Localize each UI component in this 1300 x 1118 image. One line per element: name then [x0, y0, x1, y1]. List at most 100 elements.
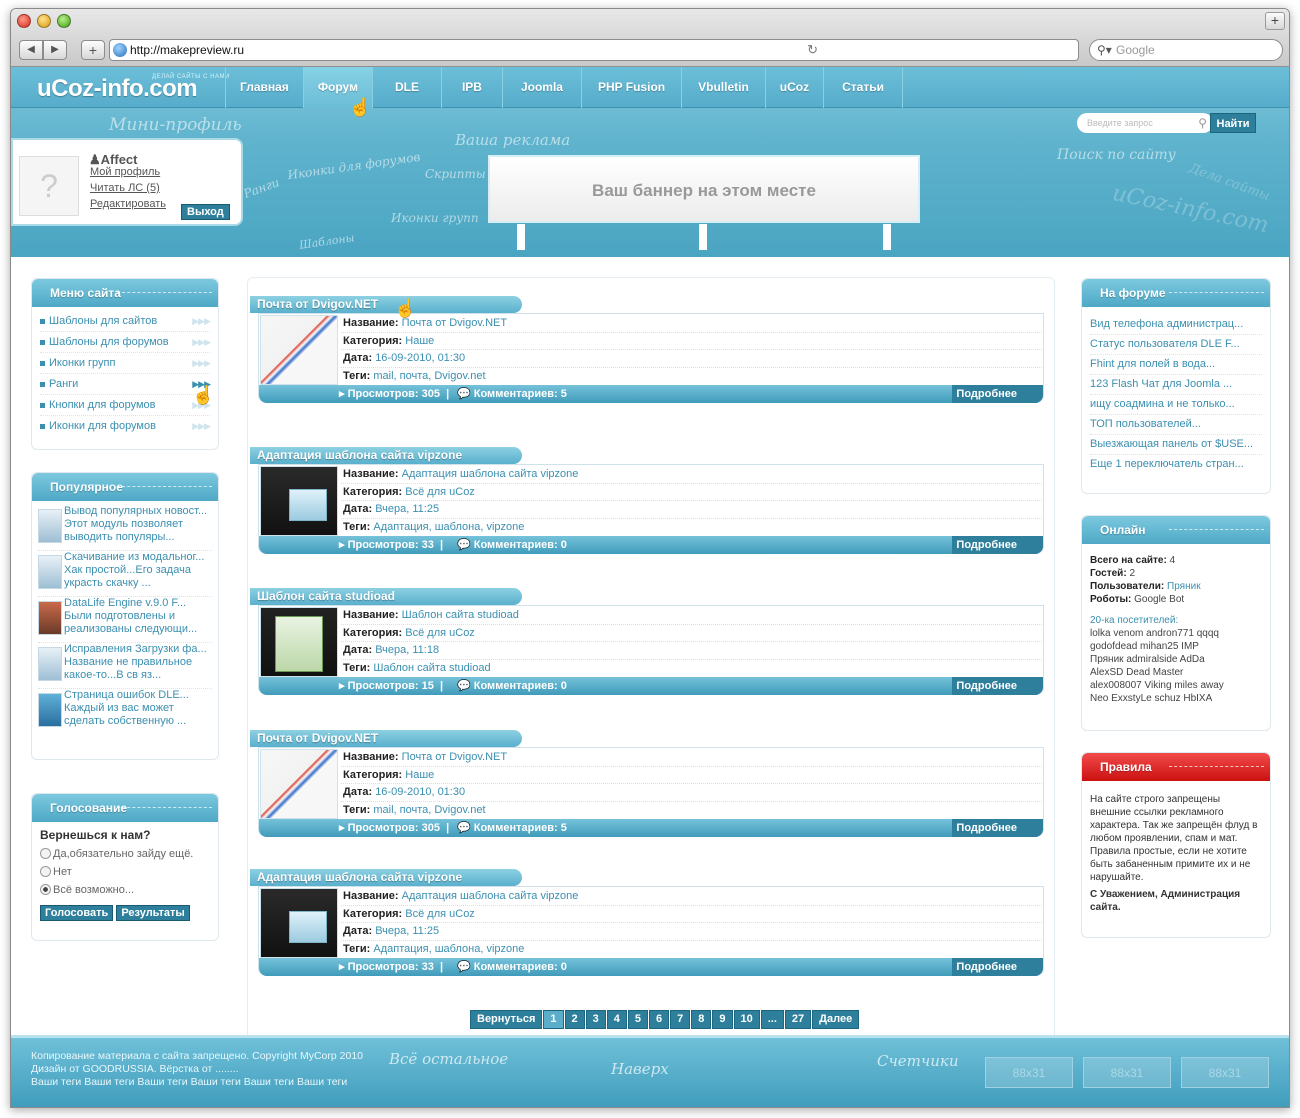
close-window-icon[interactable] — [17, 14, 31, 28]
read-more-button[interactable]: Подробнее — [952, 677, 1043, 695]
comments-count[interactable]: 💬 Комментариев: 0 — [457, 958, 567, 976]
radio-button[interactable] — [40, 848, 51, 859]
menu-item-ipb[interactable]: IPB — [442, 67, 503, 108]
forum-topic-link[interactable]: ТОП пользователей... — [1090, 415, 1262, 435]
read-more-button[interactable]: Подробнее — [952, 958, 1043, 976]
menu-item-home[interactable]: Главная — [226, 67, 304, 108]
reload-icon[interactable]: ↻ — [807, 40, 818, 60]
news-thumbnail[interactable] — [260, 607, 338, 677]
news-category-link[interactable]: Всё для uCoz — [405, 908, 475, 920]
comments-count[interactable]: 💬 Комментариев: 0 — [457, 536, 567, 554]
news-tags-links[interactable]: Адаптация, шаблона, vipzone — [373, 521, 524, 533]
forum-topic-link[interactable]: Еще 1 переключатель стран... — [1090, 455, 1262, 475]
menu-link-forum-templates[interactable]: Шаблоны для форумов ▶▶▶ — [40, 332, 211, 353]
news-name-link[interactable]: Шаблон сайта studioad — [402, 609, 519, 621]
edit-profile-link[interactable]: Редактировать — [90, 198, 166, 210]
menu-item-vbulletin[interactable]: Vbulletin — [682, 67, 766, 108]
counter-button[interactable]: 88x31 — [1181, 1057, 1269, 1088]
news-title-link[interactable]: Почта от Dvigov.NET — [250, 296, 522, 313]
pager-page-button[interactable]: 8 — [691, 1010, 712, 1029]
pager-page-button[interactable]: 9 — [712, 1010, 733, 1029]
read-more-button[interactable]: Подробнее — [952, 536, 1043, 554]
menu-link-forum-buttons[interactable]: Кнопки для форумов ▶▶▶ — [40, 395, 211, 416]
poll-option[interactable]: Нет — [40, 863, 210, 881]
menu-link-group-icons[interactable]: Иконки групп ▶▶▶ — [40, 353, 211, 374]
pager-page-button[interactable]: 2 — [564, 1010, 585, 1029]
pager-page-button[interactable]: 3 — [585, 1010, 606, 1029]
news-tags-links[interactable]: Шаблон сайта studioad — [373, 662, 490, 674]
browser-search-field[interactable]: ⚲▾ Google — [1089, 39, 1283, 61]
pager-page-button[interactable]: ... — [760, 1010, 784, 1029]
forum-topic-link[interactable]: Статус пользователя DLE F... — [1090, 335, 1262, 355]
pager-page-button[interactable]: 6 — [649, 1010, 670, 1029]
comments-count[interactable]: 💬 Комментариев: 5 — [457, 385, 567, 403]
menu-item-php-fusion[interactable]: PHP Fusion — [582, 67, 683, 108]
comments-count[interactable]: 💬 Комментариев: 5 — [457, 819, 567, 837]
popular-item[interactable]: Страница ошибок DLE... Каждый из вас може… — [38, 689, 212, 735]
news-name-link[interactable]: Адаптация шаблона сайта vipzone — [402, 890, 579, 902]
news-category-link[interactable]: Наше — [405, 769, 434, 781]
logout-button[interactable]: Выход — [181, 204, 230, 220]
visitors-title[interactable]: 20-ка посетителей: — [1090, 614, 1262, 627]
news-title-link[interactable]: Шаблон сайта studioad — [250, 588, 522, 605]
my-profile-link[interactable]: Мой профиль — [90, 166, 160, 178]
ad-banner[interactable]: Ваш баннер на этом месте — [488, 155, 920, 223]
forum-topic-link[interactable]: ищу соадмина и не только... — [1090, 395, 1262, 415]
pager-page-button[interactable]: 7 — [670, 1010, 691, 1029]
pager-page-button[interactable]: 1 — [543, 1010, 564, 1029]
visitors-line[interactable]: godofdead mihan25 IMP — [1090, 640, 1262, 653]
new-tab-button[interactable]: + — [1265, 12, 1285, 30]
pager-page-button[interactable]: 4 — [606, 1010, 627, 1029]
site-search-button[interactable]: Найти — [1210, 113, 1256, 133]
forward-arrow-icon[interactable]: ▶ — [43, 40, 67, 60]
pager-page-button[interactable]: 10 — [733, 1010, 760, 1029]
radio-button-selected[interactable] — [40, 884, 51, 895]
counter-button[interactable]: 88x31 — [985, 1057, 1073, 1088]
popular-item[interactable]: DataLife Engine v.9.0 F... Были подготовл… — [38, 597, 212, 643]
menu-item-dle[interactable]: DLE — [373, 67, 442, 108]
visitors-line[interactable]: lolka venom andron771 qqqq — [1090, 627, 1262, 640]
pager-page-button[interactable]: 27 — [784, 1010, 812, 1029]
popular-item[interactable]: Скачивание из модальног... Хак простой...… — [38, 551, 212, 597]
menu-link-forum-icons[interactable]: Иконки для форумов ▶▶▶ — [40, 416, 211, 437]
popular-item[interactable]: Вывод популярных новост... Этот модуль по… — [38, 505, 212, 551]
news-category-link[interactable]: Наше — [405, 335, 434, 347]
news-tags-links[interactable]: mail, почта, Dvigov.net — [373, 804, 485, 816]
news-name-link[interactable]: Почта от Dvigov.NET — [402, 317, 507, 329]
news-name-link[interactable]: Почта от Dvigov.NET — [402, 751, 507, 763]
pager-next-button[interactable]: Далее — [812, 1010, 860, 1029]
back-arrow-icon[interactable]: ◀ — [19, 40, 43, 60]
news-tags-links[interactable]: Адаптация, шаблона, vipzone — [373, 943, 524, 955]
news-title-link[interactable]: Адаптация шаблона сайта vipzone — [250, 447, 522, 464]
poll-option[interactable]: Да,обязательно зайду ещё. — [40, 845, 210, 863]
read-more-button[interactable]: Подробнее — [952, 385, 1043, 403]
forum-topic-link[interactable]: 123 Flash Чат для Joomla ... — [1090, 375, 1262, 395]
visitors-line[interactable]: AlexSD Dead Master — [1090, 666, 1262, 679]
menu-link-site-templates[interactable]: Шаблоны для сайтов ▶▶▶ — [40, 311, 211, 332]
add-bookmark-icon[interactable]: + — [81, 40, 105, 60]
minimize-window-icon[interactable] — [37, 14, 51, 28]
news-title-link[interactable]: Почта от Dvigov.NET — [250, 730, 522, 747]
site-search-input[interactable]: Введите запрос ⚲ — [1077, 113, 1213, 133]
popular-item[interactable]: Исправления Загрузки фа... Название не пр… — [38, 643, 212, 689]
counter-button[interactable]: 88x31 — [1083, 1057, 1171, 1088]
comments-count[interactable]: 💬 Комментариев: 0 — [457, 677, 567, 695]
menu-link-ranks[interactable]: Ранги ▶▶▶ — [40, 374, 211, 395]
visitors-line[interactable]: alex008007 Viking miles away — [1090, 679, 1262, 692]
address-bar[interactable]: http://makepreview.ru ↻ — [109, 39, 1079, 61]
footer-tags[interactable]: Ваши теги Ваши теги Ваши теги Ваши теги … — [31, 1076, 363, 1089]
news-category-link[interactable]: Всё для uCoz — [405, 486, 475, 498]
menu-item-joomla[interactable]: Joomla — [503, 67, 582, 108]
results-button[interactable]: Результаты — [116, 905, 190, 921]
news-thumbnail[interactable] — [260, 749, 338, 819]
forum-topic-link[interactable]: Выезжающая панель от $USE... — [1090, 435, 1262, 455]
menu-item-ucoz[interactable]: uCoz — [766, 67, 825, 108]
zoom-window-icon[interactable] — [57, 14, 71, 28]
pager-page-button[interactable]: 5 — [627, 1010, 648, 1029]
forum-topic-link[interactable]: Вид телефона администрац... — [1090, 315, 1262, 335]
menu-item-articles[interactable]: Статьи — [824, 67, 903, 108]
news-thumbnail[interactable] — [260, 315, 338, 385]
forum-topic-link[interactable]: Fhint для полей в вода... — [1090, 355, 1262, 375]
news-thumbnail[interactable] — [260, 888, 338, 958]
news-thumbnail[interactable] — [260, 466, 338, 536]
